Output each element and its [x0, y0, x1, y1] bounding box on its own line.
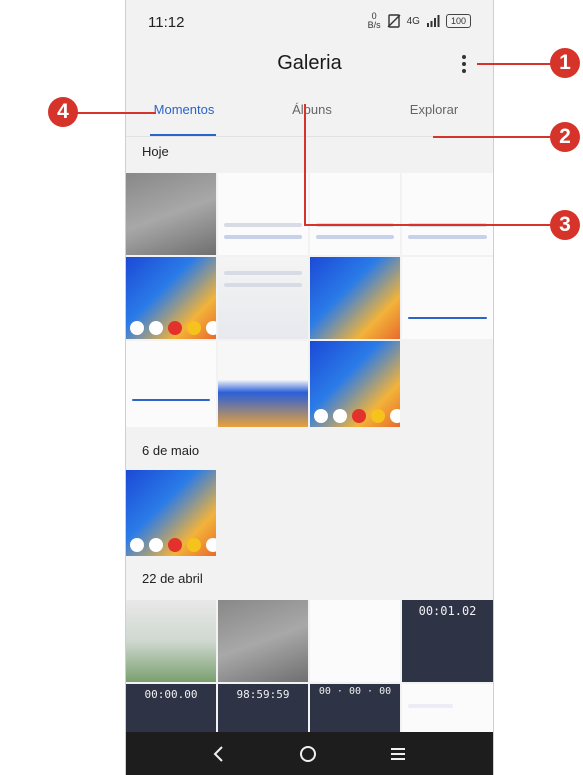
thumb-line [224, 283, 302, 287]
navigation-bar [126, 732, 493, 775]
thumb-app-dot [130, 538, 144, 552]
callout-3-leader [304, 224, 552, 226]
callout-2: 2 [550, 122, 580, 152]
thumb-app-dot [390, 409, 400, 423]
thumb-app-dot [206, 321, 216, 335]
thumb-app-dot [187, 321, 201, 335]
chat-thumbnail[interactable] [402, 684, 493, 732]
net-speed-unit: B/s [367, 20, 381, 30]
page-title: Galeria [277, 52, 342, 74]
timer-readout: 00 · 00 · 00 [318, 686, 392, 697]
no-sim-icon [387, 14, 401, 28]
stopwatch-thumbnail[interactable]: 00:01.02 [402, 600, 493, 682]
back-icon [213, 746, 223, 762]
callout-4-leader [70, 112, 156, 114]
thumb-line [316, 235, 394, 239]
thumb-app-dot [168, 321, 182, 335]
active-tab-indicator [150, 134, 216, 136]
home-icon [300, 746, 316, 762]
thumb-line [408, 235, 487, 239]
thumb-line [224, 235, 302, 239]
wallpaper-thumbnail[interactable] [126, 470, 216, 556]
tab-albuns[interactable]: Álbuns [276, 102, 348, 117]
wallpaper-thumbnail[interactable] [310, 341, 400, 427]
timer-readout: 00:01.02 [418, 604, 477, 618]
screenshot-thumbnail[interactable] [218, 257, 308, 339]
thumb-line [224, 271, 302, 275]
more-vertical-icon-dot [462, 69, 466, 73]
thumb-slider [408, 317, 487, 319]
screenshot-thumbnail[interactable] [402, 257, 493, 339]
wallpaper-thumbnail[interactable] [126, 257, 216, 339]
thumb-app-dot [352, 409, 366, 423]
callout-3: 3 [550, 210, 580, 240]
home-button[interactable] [288, 740, 328, 768]
tab-bar: Momentos Álbuns Explorar [126, 90, 493, 137]
net-speed: 0 B/s [368, 12, 381, 30]
tab-momentos[interactable]: Momentos [148, 102, 220, 117]
callout-3-leader-vertical [304, 104, 306, 224]
callout-1-leader [477, 63, 553, 65]
thumb-dock [314, 409, 400, 423]
screenshot-thumbnail[interactable] [218, 173, 308, 255]
thumb-app-dot [149, 321, 163, 335]
screenshot-thumbnail[interactable] [310, 173, 400, 255]
status-icons: 0 B/s 4G 100 [368, 12, 471, 30]
timer-readout: 98:59:59 [236, 688, 290, 701]
blank-thumbnail[interactable] [310, 600, 400, 682]
screenshot-thumbnail[interactable] [402, 173, 493, 255]
signal-icon [426, 15, 440, 27]
lockscreen-thumbnail[interactable] [310, 257, 400, 339]
recents-icon [391, 748, 405, 760]
more-options-button[interactable] [454, 50, 474, 78]
photo-thumbnail[interactable] [126, 173, 216, 255]
thumb-slider [132, 399, 210, 401]
thumb-app-dot [130, 321, 144, 335]
more-vertical-icon-dot [462, 62, 466, 66]
timer-readout: 00:00.00 [144, 688, 198, 701]
thumb-app-dot [333, 409, 347, 423]
screenshot-thumbnail[interactable] [126, 341, 216, 427]
status-bar: 11:12 0 B/s 4G 100 [126, 0, 493, 40]
photo-thumbnail[interactable] [218, 600, 308, 682]
status-time: 11:12 [148, 14, 185, 31]
thumb-dock [130, 321, 216, 335]
thumb-dock [130, 538, 216, 552]
callout-1: 1 [550, 48, 580, 78]
tab-explorar[interactable]: Explorar [398, 102, 470, 117]
recents-button[interactable] [378, 740, 418, 768]
section-6-de-maio: 6 de maio [142, 443, 200, 458]
phone-screen: 11:12 0 B/s 4G 100 Galeria Momentos Álbu… [125, 0, 494, 775]
thumb-app-dot [149, 538, 163, 552]
callout-2-leader [433, 136, 551, 138]
more-vertical-icon [462, 55, 466, 59]
section-22-de-abril: 22 de abril [142, 571, 203, 586]
thumb-line [408, 704, 453, 708]
photo-thumbnail[interactable] [126, 600, 216, 682]
back-button[interactable] [198, 740, 238, 768]
thumb-app-dot [371, 409, 385, 423]
battery-indicator: 100 [445, 14, 471, 28]
timer-thumbnail[interactable]: 98:59:59 [218, 684, 308, 732]
network-type: 4G [406, 15, 420, 27]
callout-4: 4 [48, 97, 78, 127]
thumb-line [224, 223, 302, 227]
thumb-app-dot [187, 538, 201, 552]
thumb-app-dot [206, 538, 216, 552]
timer-thumbnail[interactable]: 00 · 00 · 00 [310, 684, 400, 732]
thumb-app-dot [314, 409, 328, 423]
stopwatch-thumbnail[interactable]: 00:00.00 [126, 684, 216, 732]
section-hoje: Hoje [142, 144, 169, 159]
thumb-app-dot [168, 538, 182, 552]
screenshot-thumbnail[interactable] [218, 341, 308, 427]
app-bar: Galeria [126, 42, 493, 90]
